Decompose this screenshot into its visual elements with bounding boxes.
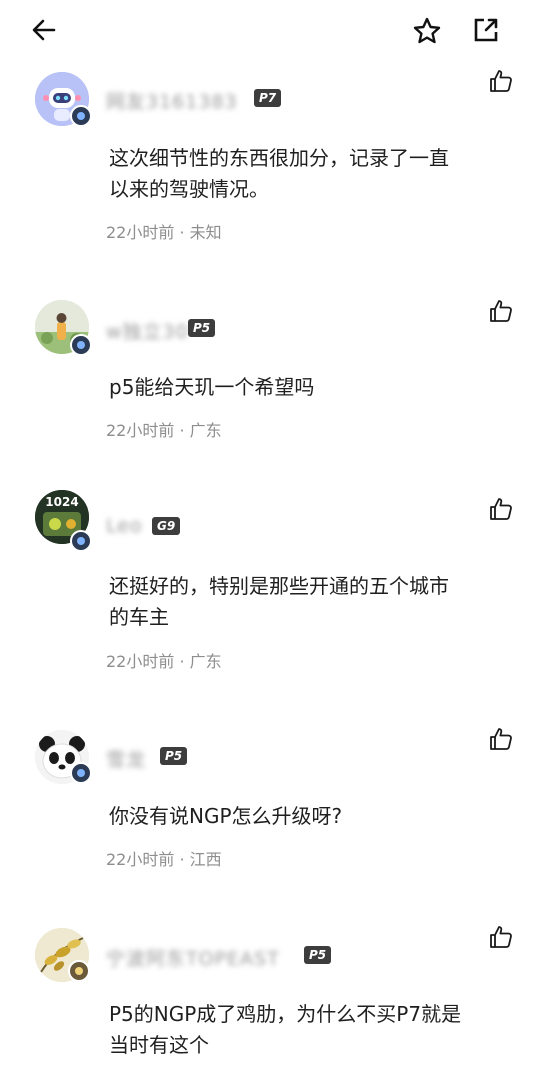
- username[interactable]: w独立30: [106, 317, 189, 344]
- thumbs-up-icon[interactable]: [488, 68, 514, 94]
- user-badge-icon: [70, 762, 92, 784]
- level-badge: P5: [304, 946, 332, 964]
- thumbs-up-icon[interactable]: [488, 298, 514, 324]
- share-external-icon[interactable]: [469, 13, 503, 47]
- comment-text-line: 你没有说NGP怎么升级呀?: [109, 804, 343, 828]
- user-badge-icon: [70, 105, 92, 127]
- comment-text-line: 的车主: [109, 605, 169, 629]
- comment-text: 还挺好的，特别是那些开通的五个城市 的车主: [109, 571, 519, 633]
- comment-text: P5的NGP成了鸡肋，为什么不买P7就是 当时有这个: [109, 999, 519, 1061]
- comment-meta: 22小时前 · 广东: [106, 421, 222, 440]
- comment-text-line: 还挺好的，特别是那些开通的五个城市: [109, 574, 449, 598]
- comment-text: 这次细节性的东西很加分，记录了一直 以来的驾驶情况。: [109, 143, 519, 205]
- comment-text-line: 当时有这个: [109, 1033, 209, 1057]
- comment-text-line: 这次细节性的东西很加分，记录了一直: [109, 146, 449, 170]
- username[interactable]: 雪龙: [106, 745, 146, 772]
- comment-text-line: P5的NGP成了鸡肋，为什么不买P7就是: [109, 1002, 462, 1026]
- thumbs-up-icon[interactable]: [488, 496, 514, 522]
- comment-text: 你没有说NGP怎么升级呀?: [109, 801, 519, 832]
- comment-meta: 22小时前 · 广东: [106, 652, 222, 671]
- star-outline-icon[interactable]: [409, 13, 445, 49]
- svg-text:1024: 1024: [45, 495, 78, 509]
- username[interactable]: Leo: [106, 515, 143, 537]
- top-bar: [0, 0, 550, 60]
- user-badge-icon: [68, 960, 90, 982]
- thumbs-up-icon[interactable]: [488, 726, 514, 752]
- thumbs-up-icon[interactable]: [488, 924, 514, 950]
- arrow-left-icon[interactable]: [28, 14, 60, 46]
- username[interactable]: 网友3161383: [106, 87, 238, 114]
- comment-text-line: 以来的驾驶情况。: [109, 177, 269, 201]
- level-badge: P5: [160, 747, 188, 765]
- comment-text-line: p5能给天玑一个希望吗: [109, 375, 315, 399]
- level-badge: G9: [152, 517, 181, 535]
- comment-meta: 22小时前 · 江西: [106, 850, 222, 869]
- username[interactable]: 宁波阿东TOPEAST: [106, 944, 280, 971]
- level-badge: P5: [188, 319, 216, 337]
- user-badge-icon: [70, 530, 92, 552]
- level-badge: P7: [254, 89, 282, 107]
- comment-meta: 22小时前 · 未知: [106, 223, 222, 242]
- user-badge-icon: [70, 334, 92, 356]
- comment-text: p5能给天玑一个希望吗: [109, 372, 519, 403]
